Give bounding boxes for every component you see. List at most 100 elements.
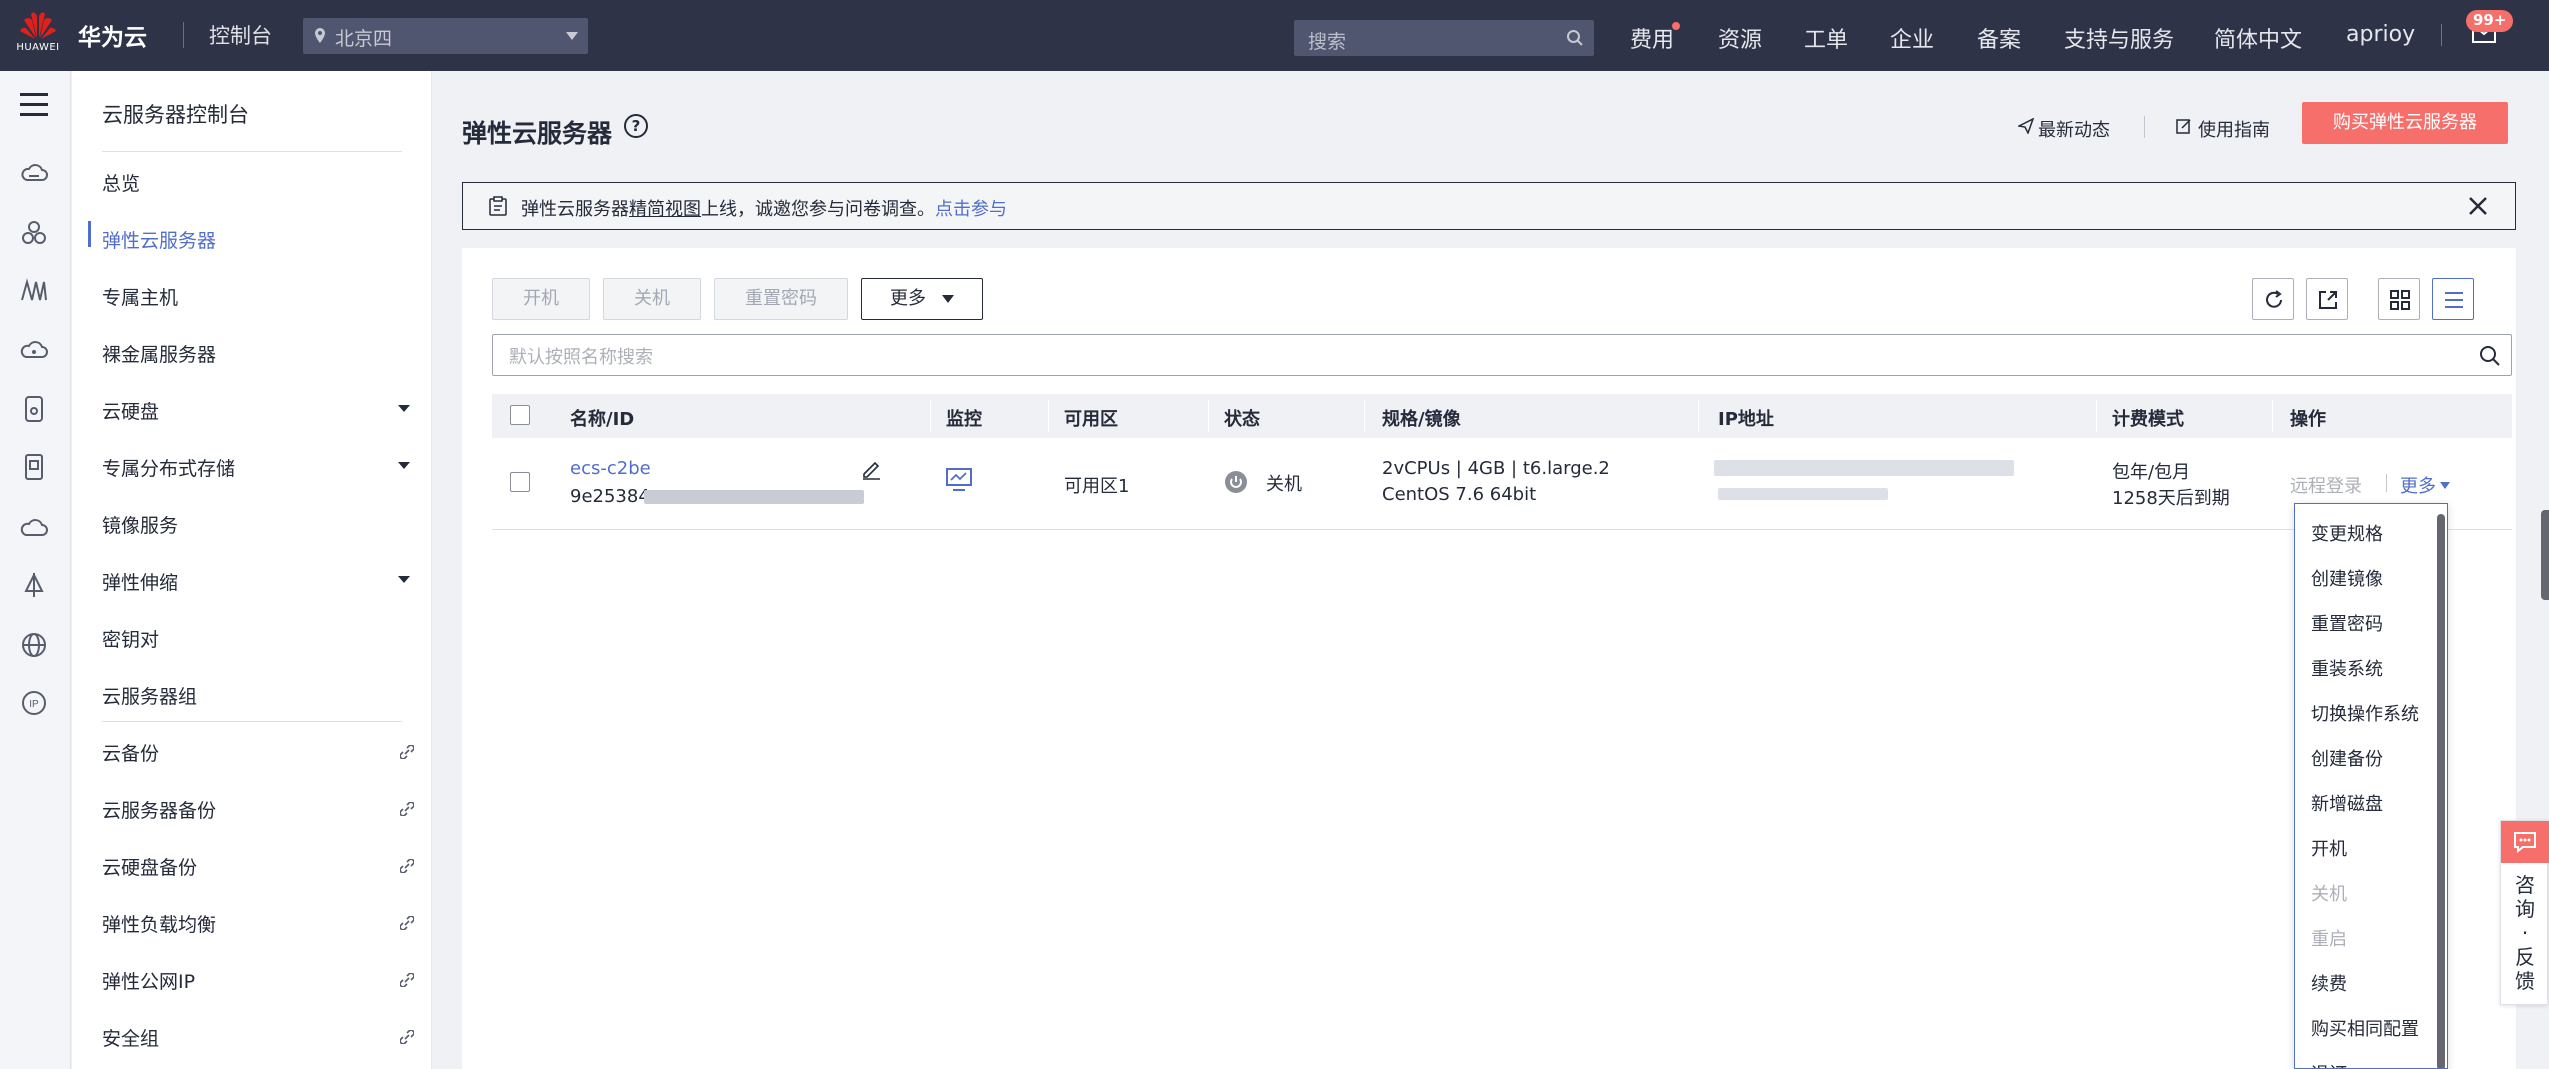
global-search-input[interactable]: 搜索 xyxy=(1294,20,1594,56)
row-checkbox[interactable] xyxy=(510,472,530,492)
chevron-down-icon[interactable] xyxy=(398,576,410,583)
notice-text-post: 上线，诚邀您参与问卷调查。 xyxy=(701,199,935,220)
sidebar-item-elb[interactable]: 弹性负载均衡 xyxy=(102,910,422,937)
sidebar-item-security-group[interactable]: 安全组 xyxy=(102,1024,422,1051)
menu-item-reinstall-os[interactable]: 重装系统 xyxy=(2311,655,2383,681)
sidebar-item-keypair[interactable]: 密钥对 xyxy=(102,625,422,652)
nav-enterprise[interactable]: 企业 xyxy=(1890,22,1934,54)
table-header: 名称/ID 监控 可用区 状态 规格/镜像 IP地址 计费模式 操作 xyxy=(492,394,2512,438)
sidebar-item-ims[interactable]: 镜像服务 xyxy=(102,511,422,538)
cloud-backup-icon[interactable] xyxy=(18,511,50,543)
nav-billing[interactable]: 费用 xyxy=(1630,22,1674,54)
nav-username[interactable]: aprioy xyxy=(2346,22,2415,47)
region-selector[interactable]: 北京四 xyxy=(303,18,588,54)
cloud-storage-icon[interactable] xyxy=(18,333,50,365)
header-ip: IP地址 xyxy=(1718,409,1774,430)
ip-icon[interactable]: IP xyxy=(18,687,50,719)
send-icon xyxy=(2018,118,2034,134)
huawei-logo[interactable]: HUAWEI xyxy=(16,10,60,58)
chevron-down-icon[interactable] xyxy=(2440,482,2450,489)
menu-item-unsubscribe[interactable]: 退订 xyxy=(2311,1060,2347,1068)
nav-support[interactable]: 支持与服务 xyxy=(2064,22,2174,54)
instance-search-input[interactable]: 默认按照名称搜索 xyxy=(492,334,2512,376)
row-more-button[interactable]: 更多 xyxy=(2400,472,2436,498)
sidebar-item-disk-backup[interactable]: 云硬盘备份 xyxy=(102,853,422,880)
console-link[interactable]: 控制台 xyxy=(209,20,272,50)
external-link-icon[interactable] xyxy=(400,802,414,816)
card-view-button[interactable] xyxy=(2378,278,2420,320)
sidebar-item-dedicated-host[interactable]: 专属主机 xyxy=(102,283,422,310)
network-icon[interactable] xyxy=(18,274,50,306)
reset-password-button[interactable]: 重置密码 xyxy=(714,278,848,320)
menu-item-add-disk[interactable]: 新增磁盘 xyxy=(2311,790,2383,816)
monitor-icon[interactable] xyxy=(946,468,972,492)
message-count-badge: 99+ xyxy=(2466,10,2514,32)
chevron-down-icon[interactable] xyxy=(398,462,410,469)
nav-language[interactable]: 简体中文 xyxy=(2214,22,2302,54)
sidebar-item-bare-metal[interactable]: 裸金属服务器 xyxy=(102,340,422,367)
image-service-icon[interactable] xyxy=(18,451,50,483)
feedback-widget[interactable]: 咨询·反馈 xyxy=(2500,820,2549,1005)
cloud-server-icon[interactable] xyxy=(18,157,50,189)
start-button[interactable]: 开机 xyxy=(492,278,590,320)
notice-participate-link[interactable]: 点击参与 xyxy=(935,199,1007,220)
refresh-button[interactable] xyxy=(2252,278,2294,320)
nav-resources[interactable]: 资源 xyxy=(1718,22,1762,54)
external-link-icon[interactable] xyxy=(400,859,414,873)
nav-tickets[interactable]: 工单 xyxy=(1804,22,1848,54)
external-link-icon[interactable] xyxy=(400,916,414,930)
sidebar-item-evs[interactable]: 云硬盘 xyxy=(102,397,422,424)
page-scrollbar[interactable] xyxy=(2541,510,2549,600)
more-actions-button[interactable]: 更多 xyxy=(861,278,983,320)
chevron-down-icon[interactable] xyxy=(398,405,410,412)
sidebar-item-server-backup[interactable]: 云服务器备份 xyxy=(102,796,422,823)
dropdown-scrollbar[interactable] xyxy=(2437,514,2445,1068)
sidebar-item-cbr[interactable]: 云备份 xyxy=(102,739,422,766)
external-link-icon[interactable] xyxy=(400,1030,414,1044)
edit-icon[interactable] xyxy=(860,458,882,480)
menu-item-renew[interactable]: 续费 xyxy=(2311,970,2347,996)
export-button[interactable] xyxy=(2306,278,2348,320)
menu-item-start[interactable]: 开机 xyxy=(2311,835,2347,861)
menu-item-change-os[interactable]: 切换操作系统 xyxy=(2311,700,2419,726)
top-bar: HUAWEI 华为云 控制台 北京四 搜索 费用 资源 工单 企业 备案 支持与… xyxy=(0,0,2549,71)
header-billing: 计费模式 xyxy=(2112,409,2184,430)
help-icon[interactable]: ? xyxy=(624,114,648,138)
list-view-button[interactable] xyxy=(2432,278,2474,320)
nav-icp[interactable]: 备案 xyxy=(1977,22,2021,54)
user-guide-link[interactable]: 使用指南 xyxy=(2198,116,2270,142)
stop-button[interactable]: 关机 xyxy=(603,278,701,320)
buy-ecs-button[interactable]: 购买弹性云服务器 xyxy=(2302,102,2508,144)
menu-item-reset-password[interactable]: 重置密码 xyxy=(2311,610,2383,636)
sidebar-item-overview[interactable]: 总览 xyxy=(102,169,422,196)
select-all-checkbox[interactable] xyxy=(510,405,530,425)
disk-icon[interactable] xyxy=(18,393,50,425)
brand-name[interactable]: 华为云 xyxy=(78,18,147,52)
menu-item-create-image[interactable]: 创建镜像 xyxy=(2311,565,2383,591)
menu-item-create-backup[interactable]: 创建备份 xyxy=(2311,745,2383,771)
sidebar-item-ecs[interactable]: 弹性云服务器 xyxy=(102,226,422,253)
menu-item-buy-same[interactable]: 购买相同配置 xyxy=(2311,1015,2419,1041)
operation-divider xyxy=(2386,474,2387,492)
instance-id-prefix: 9e25384 xyxy=(570,486,650,507)
menu-icon[interactable] xyxy=(20,93,48,117)
remote-login-link[interactable]: 远程登录 xyxy=(2290,472,2362,498)
instance-name-link[interactable]: ecs-c2be xyxy=(570,458,651,479)
sidebar-item-eip[interactable]: 弹性公网IP xyxy=(102,967,422,994)
load-balancer-icon[interactable] xyxy=(18,569,50,601)
sidebar-item-server-group[interactable]: 云服务器组 xyxy=(102,682,422,709)
refresh-icon xyxy=(2266,290,2282,308)
menu-item-change-spec[interactable]: 变更规格 xyxy=(2311,520,2383,546)
external-link-icon[interactable] xyxy=(400,745,414,759)
huawei-flower-icon xyxy=(20,12,56,39)
sidebar-item-dss[interactable]: 专属分布式存储 xyxy=(102,454,422,481)
globe-icon[interactable] xyxy=(18,629,50,661)
latest-news-link[interactable]: 最新动态 xyxy=(2038,116,2110,142)
external-link-icon[interactable] xyxy=(400,973,414,987)
sidebar-item-auto-scaling[interactable]: 弹性伸缩 xyxy=(102,568,422,595)
close-icon[interactable] xyxy=(2467,195,2489,217)
cluster-icon[interactable] xyxy=(18,217,50,249)
search-icon[interactable] xyxy=(1566,29,1584,47)
header-name-id: 名称/ID xyxy=(570,409,635,430)
search-icon[interactable] xyxy=(2479,345,2501,367)
